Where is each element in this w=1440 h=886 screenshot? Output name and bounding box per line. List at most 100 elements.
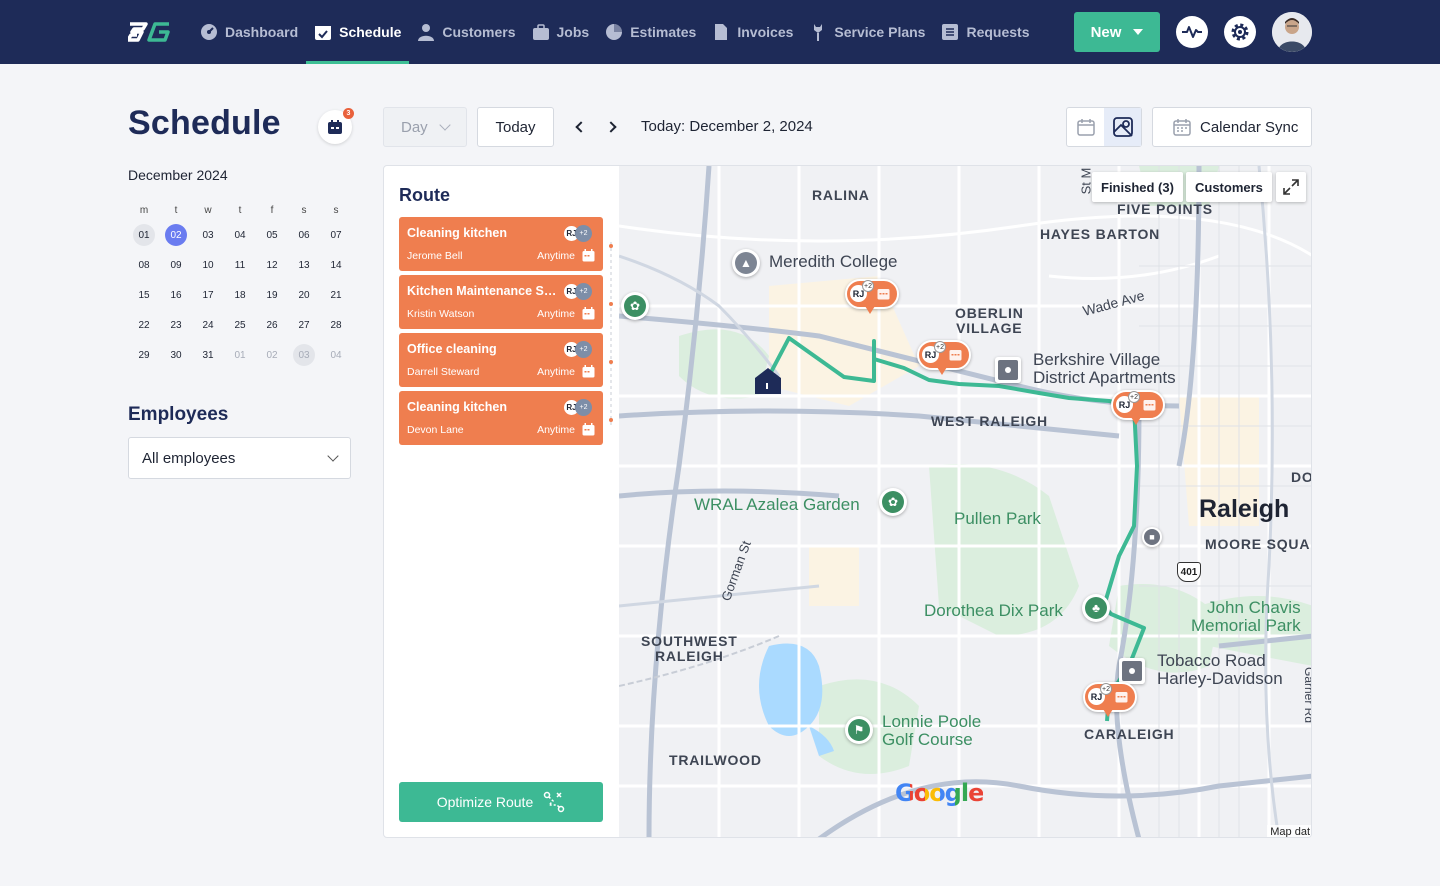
calendar-day[interactable]: 14: [320, 254, 352, 276]
nav-customers[interactable]: Customers: [409, 0, 523, 64]
calendar-day[interactable]: 28: [320, 314, 352, 336]
calendar-day[interactable]: 03: [192, 224, 224, 246]
map-view-button[interactable]: [1104, 108, 1141, 146]
job-time: Anytime: [537, 250, 575, 262]
chevron-down-icon: [439, 119, 451, 131]
calendar-icon: [1115, 692, 1128, 703]
calendar-day[interactable]: 16: [160, 284, 192, 306]
place-marker[interactable]: [995, 357, 1021, 383]
calendar-day[interactable]: 25: [224, 314, 256, 336]
calendar-view-button[interactable]: [1067, 108, 1104, 146]
calendar-notifications-button[interactable]: 3: [318, 108, 354, 144]
nav-dashboard[interactable]: Dashboard: [192, 0, 306, 64]
transit-marker[interactable]: ■: [1142, 527, 1162, 547]
calendar-day[interactable]: 05: [256, 224, 288, 246]
assignee-avatars: RJ +2: [563, 225, 595, 243]
previous-day-button[interactable]: [573, 119, 589, 135]
calendar-day[interactable]: 07: [320, 224, 352, 246]
calendar-day[interactable]: 15: [128, 284, 160, 306]
calendar-day[interactable]: 18: [224, 284, 256, 306]
calendar-day[interactable]: 26: [256, 314, 288, 336]
gear-icon: [1231, 23, 1249, 41]
calendar-day-today[interactable]: 02: [160, 224, 192, 246]
calendar-day[interactable]: 19: [256, 284, 288, 306]
nav-schedule[interactable]: Schedule: [306, 0, 410, 64]
calendar-day[interactable]: 11: [224, 254, 256, 276]
settings-button[interactable]: [1224, 16, 1256, 48]
nav-invoices[interactable]: Invoices: [704, 0, 801, 64]
calendar-day[interactable]: 01: [128, 224, 160, 246]
calendar-day[interactable]: 27: [288, 314, 320, 336]
place-square-icon: [998, 360, 1018, 380]
pin-extra-count: +2: [934, 341, 946, 353]
nav-jobs[interactable]: Jobs: [524, 0, 598, 64]
garden-marker[interactable]: ✿: [879, 488, 907, 516]
calendar-day[interactable]: 06: [288, 224, 320, 246]
calendar-week: 15 16 17 18 19 20 21: [128, 280, 352, 310]
route-job-card[interactable]: Office cleaning Darrell Steward Anytime …: [399, 333, 603, 387]
calendar-day-next-month[interactable]: 02: [256, 344, 288, 366]
calendar-day[interactable]: 12: [256, 254, 288, 276]
route-map[interactable]: RALINA FIVE POINTS HAYES BARTON OBERLIN …: [619, 166, 1312, 837]
calendar-day[interactable]: 29: [128, 344, 160, 366]
calendar-day[interactable]: 17: [192, 284, 224, 306]
calendar-day[interactable]: 20: [288, 284, 320, 306]
weekday-label: f: [270, 204, 274, 216]
map-data-attribution[interactable]: Map dat: [1267, 825, 1311, 837]
customers-filter-button[interactable]: Customers: [1186, 172, 1272, 202]
calendar-day[interactable]: 31: [192, 344, 224, 366]
view-mode-select[interactable]: Day: [383, 107, 467, 147]
golf-marker[interactable]: ⚑: [845, 716, 873, 744]
today-button[interactable]: Today: [477, 107, 554, 147]
calendar-sync-button[interactable]: Calendar Sync: [1152, 107, 1312, 147]
fullscreen-button[interactable]: [1276, 172, 1306, 202]
golf-flag-icon: ⚑: [848, 719, 870, 741]
calendar-day-next-month[interactable]: 01: [224, 344, 256, 366]
college-marker[interactable]: ▲: [732, 249, 760, 277]
calendar-day[interactable]: 24: [192, 314, 224, 336]
weekday-label: w: [204, 204, 212, 216]
map-poi-label: Berkshire Village District Apartments: [1033, 350, 1176, 387]
nav-service-plans[interactable]: Service Plans: [801, 0, 933, 64]
calendar-day[interactable]: 21: [320, 284, 352, 306]
assignee-extra-count: +2: [575, 399, 592, 416]
map-street-label: Garner Rd: [1302, 666, 1312, 724]
calendar-day[interactable]: 30: [160, 344, 192, 366]
employees-select[interactable]: All employees: [128, 437, 351, 479]
activity-icon: [1182, 26, 1202, 38]
map-poi-label: Pullen Park: [954, 509, 1041, 528]
calendar-day[interactable]: 09: [160, 254, 192, 276]
job-location-pin[interactable]: RJ +2: [1083, 682, 1137, 717]
garden-marker[interactable]: ✿: [621, 292, 649, 320]
calendar-day[interactable]: 22: [128, 314, 160, 336]
route-job-card[interactable]: Cleaning kitchen Jerome Bell Anytime RJ …: [399, 217, 603, 271]
job-location-pin[interactable]: RJ +2: [845, 279, 899, 314]
calendar-day[interactable]: 13: [288, 254, 320, 276]
calendar-day[interactable]: 04: [224, 224, 256, 246]
activity-button[interactable]: [1176, 16, 1208, 48]
job-location-pin[interactable]: RJ +2: [1111, 390, 1165, 425]
route-job-card[interactable]: Kitchen Maintenance Service Kristin Wats…: [399, 275, 603, 329]
calendar-week: 29 30 31 01 02 03 04: [128, 340, 352, 370]
calendar-day[interactable]: 08: [128, 254, 160, 276]
highway-shield: 401: [1177, 562, 1201, 582]
start-home-marker[interactable]: [754, 367, 782, 395]
next-day-button[interactable]: [603, 119, 619, 135]
finished-filter-button[interactable]: Finished (3): [1092, 172, 1183, 202]
route-job-card[interactable]: Cleaning kitchen Devon Lane Anytime RJ +…: [399, 391, 603, 445]
calendar-day-next-month[interactable]: 04: [320, 344, 352, 366]
park-marker[interactable]: ♣: [1082, 594, 1110, 622]
nav-requests[interactable]: Requests: [933, 0, 1037, 64]
user-avatar[interactable]: [1272, 12, 1312, 52]
new-button[interactable]: New: [1074, 12, 1160, 52]
calendar-day-next-month[interactable]: 03: [288, 344, 320, 366]
nav-estimates[interactable]: Estimates: [597, 0, 704, 64]
job-client: Jerome Bell: [407, 250, 463, 262]
calendar-day[interactable]: 10: [192, 254, 224, 276]
job-location-pin[interactable]: RJ +2: [917, 340, 971, 375]
calendar-icon: [877, 289, 890, 300]
optimize-route-button[interactable]: Optimize Route: [399, 782, 603, 822]
brand-logo[interactable]: [128, 20, 172, 44]
calendar-day[interactable]: 23: [160, 314, 192, 336]
place-marker[interactable]: [1119, 658, 1145, 684]
